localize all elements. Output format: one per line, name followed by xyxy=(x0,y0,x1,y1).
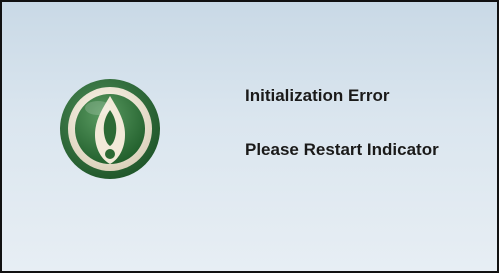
message-area: Initialization Error Please Restart Indi… xyxy=(245,86,495,160)
indicator-error-screen: Initialization Error Please Restart Indi… xyxy=(0,0,499,273)
restart-message: Please Restart Indicator xyxy=(245,140,439,159)
error-title: Initialization Error xyxy=(245,86,390,105)
exclamation-drop-icon xyxy=(58,77,162,181)
